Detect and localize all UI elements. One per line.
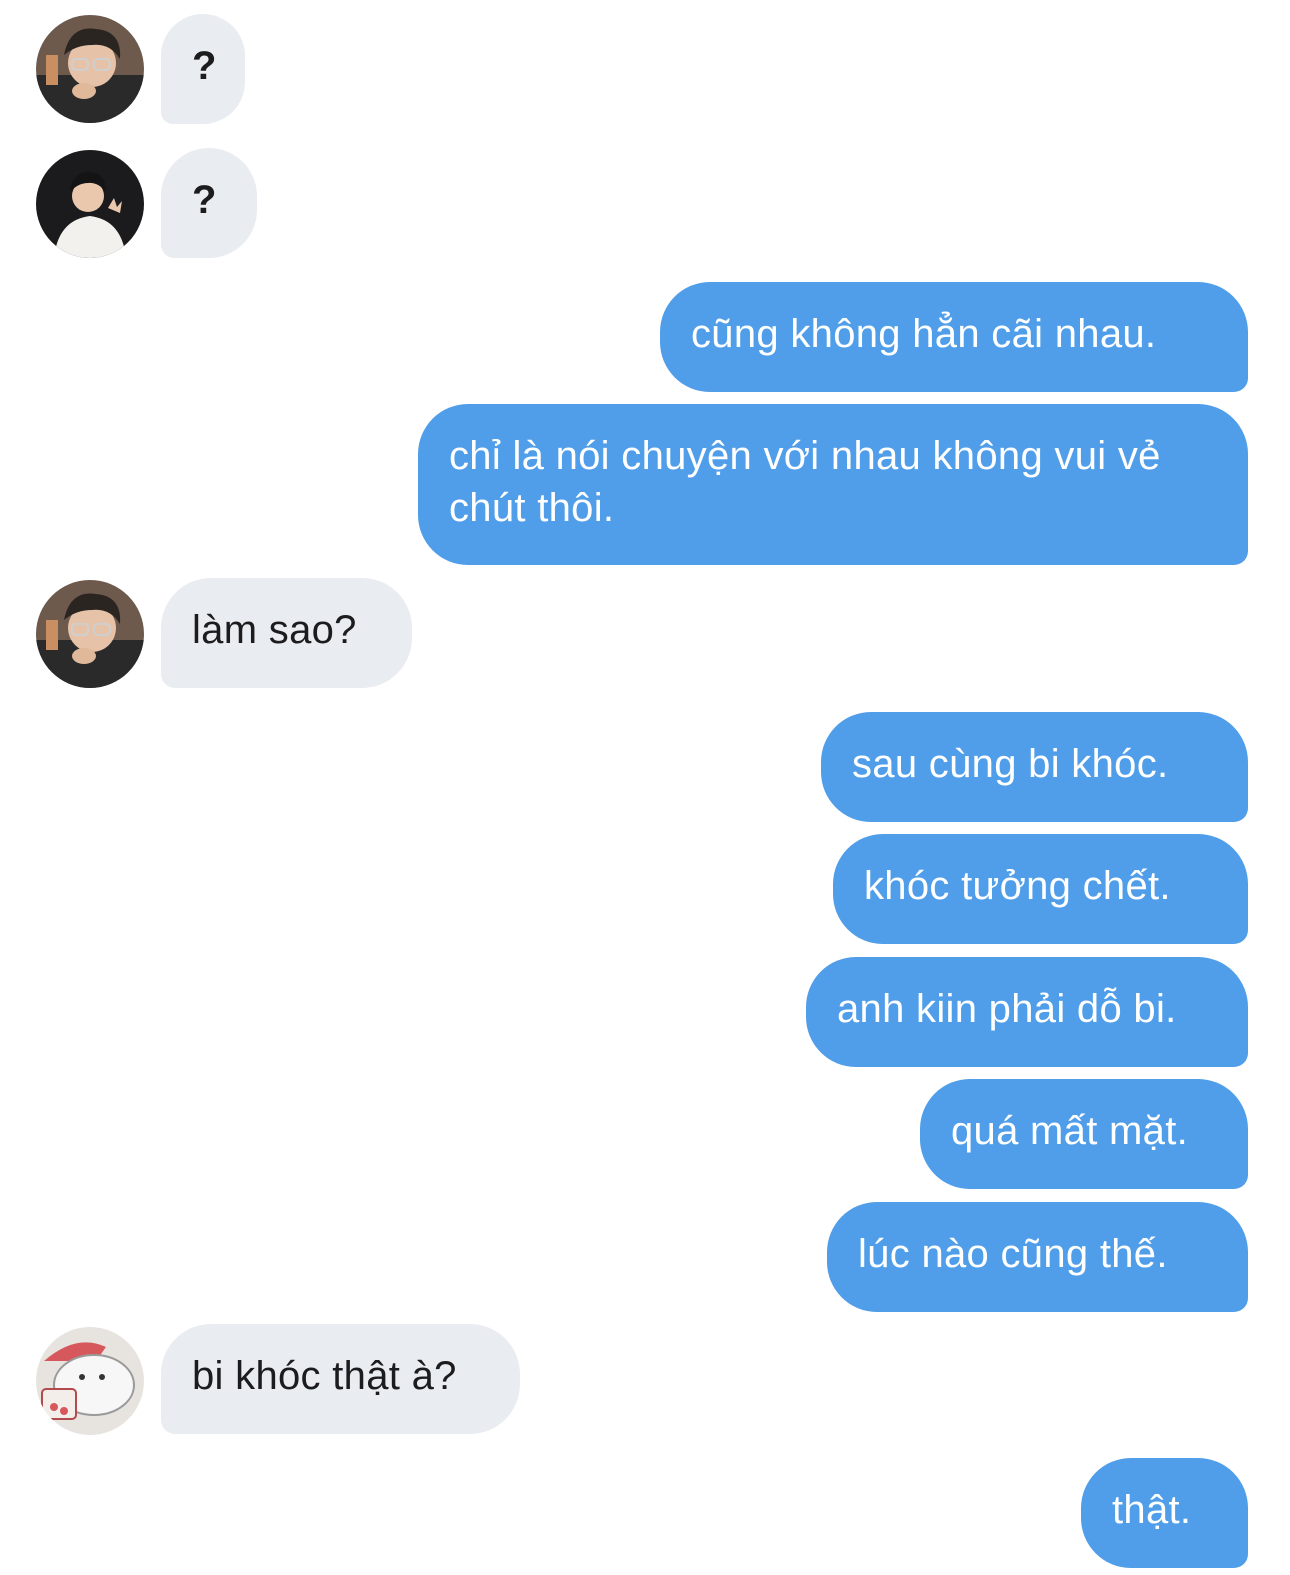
message-bubble-incoming[interactable]: làm sao? — [161, 578, 412, 688]
message-bubble-incoming[interactable]: bi khóc thật à? — [161, 1324, 520, 1434]
avatar-cartoon-seal[interactable] — [36, 1327, 144, 1435]
avatar-glasses-guy[interactable] — [36, 580, 144, 688]
message-bubble-outgoing[interactable]: chỉ là nói chuyện với nhau không vui vẻ … — [418, 404, 1248, 565]
message-bubble-outgoing[interactable]: lúc nào cũng thế. — [827, 1202, 1248, 1312]
message-bubble-outgoing[interactable]: sau cùng bi khóc. — [821, 712, 1248, 822]
message-bubble-outgoing[interactable]: thật. — [1081, 1458, 1248, 1568]
message-bubble-outgoing[interactable]: khóc tưởng chết. — [833, 834, 1248, 944]
message-bubble-incoming[interactable]: ? — [161, 14, 245, 124]
message-bubble-outgoing[interactable]: anh kiin phải dỗ bi. — [806, 957, 1248, 1067]
avatar-glasses-guy[interactable] — [36, 15, 144, 123]
avatar-photo-icon — [36, 150, 144, 258]
message-bubble-incoming[interactable]: ? — [161, 148, 257, 258]
message-bubble-outgoing[interactable]: cũng không hẳn cãi nhau. — [660, 282, 1248, 392]
avatar-photo-icon — [36, 580, 144, 688]
message-bubble-outgoing[interactable]: quá mất mặt. — [920, 1079, 1248, 1189]
avatar-photo-icon — [36, 15, 144, 123]
avatar-cartoon-icon — [36, 1327, 144, 1435]
avatar-white-shirt-guy[interactable] — [36, 150, 144, 258]
